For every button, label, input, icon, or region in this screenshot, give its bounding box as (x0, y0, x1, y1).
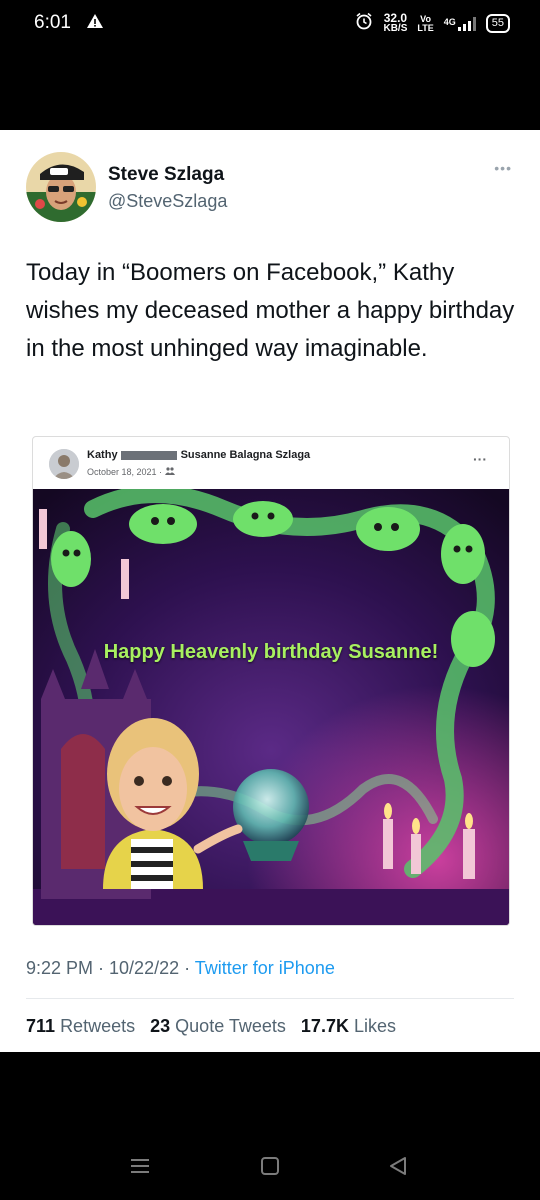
retweets-stat[interactable]: 711 Retweets (26, 1016, 135, 1036)
post-participants: Kathy Susanne Balagna Szlaga (87, 449, 310, 461)
birthday-image: Happy Heavenly birthday Susanne! (33, 485, 509, 925)
volte-bottom: LTE (417, 22, 434, 33)
tweet-media[interactable]: Kathy Susanne Balagna Szlaga October 18, … (32, 436, 510, 926)
author-avatar[interactable] (26, 152, 96, 222)
tweet-stats: 711 Retweets 23 Quote Tweets 17.7K Likes (26, 1016, 396, 1037)
warning-icon (86, 13, 104, 34)
post-date-text: October 18, 2021 · (87, 467, 163, 477)
navigation-bar (0, 1130, 540, 1200)
speed-unit: KB/S (383, 23, 408, 34)
poster-name: Kathy (87, 449, 118, 461)
author-name[interactable]: Steve Szlaga (108, 164, 224, 186)
tweet-text: Today in “Boomers on Facebook,” Kathy wi… (26, 259, 515, 362)
friends-icon (164, 467, 175, 477)
likes-label: Likes (353, 1016, 397, 1036)
network-speed: 32.0 KB/S (383, 12, 408, 34)
tweet-source[interactable]: Twitter for iPhone (195, 958, 335, 978)
alarm-icon (355, 12, 373, 35)
quote-tweets-stat[interactable]: 23 Quote Tweets (150, 1016, 286, 1036)
quote-count: 23 (150, 1016, 171, 1036)
more-horizontal-icon: ··· (473, 451, 487, 467)
post-date: October 18, 2021 · (87, 467, 175, 477)
poster-avatar (49, 449, 79, 479)
more-horizontal-icon[interactable]: ••• (494, 160, 512, 176)
author-handle[interactable]: @SteveSzlaga (108, 191, 227, 212)
quote-label: Quote Tweets (175, 1016, 286, 1036)
signal-icon: 4G (443, 16, 476, 31)
battery-icon: 55 (485, 14, 510, 33)
status-time: 6:01 (34, 12, 71, 33)
status-icons: 32.0 KB/S Vo LTE 4G 55 (355, 12, 510, 35)
tweet-card: Steve Szlaga @SteveSzlaga ••• Today in “… (0, 130, 540, 1052)
retweets-count: 711 (26, 1016, 56, 1036)
retweets-label: Retweets (60, 1016, 136, 1036)
likes-stat[interactable]: 17.7K Likes (301, 1016, 396, 1036)
recipient-name: Susanne Balagna Szlaga (180, 449, 311, 461)
tweet-metadata: 9:22 PM · 10/22/22 · Twitter for iPhone (26, 958, 335, 979)
image-caption: Happy Heavenly birthday Susanne! (103, 641, 439, 663)
battery-level: 55 (491, 17, 504, 29)
recents-icon[interactable] (130, 1156, 150, 1181)
home-icon[interactable] (260, 1156, 280, 1181)
network-type: 4G (443, 16, 456, 27)
tweet-timestamp[interactable]: 9:22 PM · 10/22/22 · (26, 958, 190, 978)
volte-indicator: Vo LTE (417, 14, 434, 33)
redaction-bar (120, 450, 177, 460)
likes-count: 17.7K (300, 1016, 349, 1036)
facebook-post-header: Kathy Susanne Balagna Szlaga October 18, … (33, 437, 509, 487)
back-icon[interactable] (388, 1156, 408, 1181)
status-bar: 6:01 32.0 KB/S Vo LTE 4G 55 (0, 0, 540, 50)
divider (26, 998, 514, 999)
